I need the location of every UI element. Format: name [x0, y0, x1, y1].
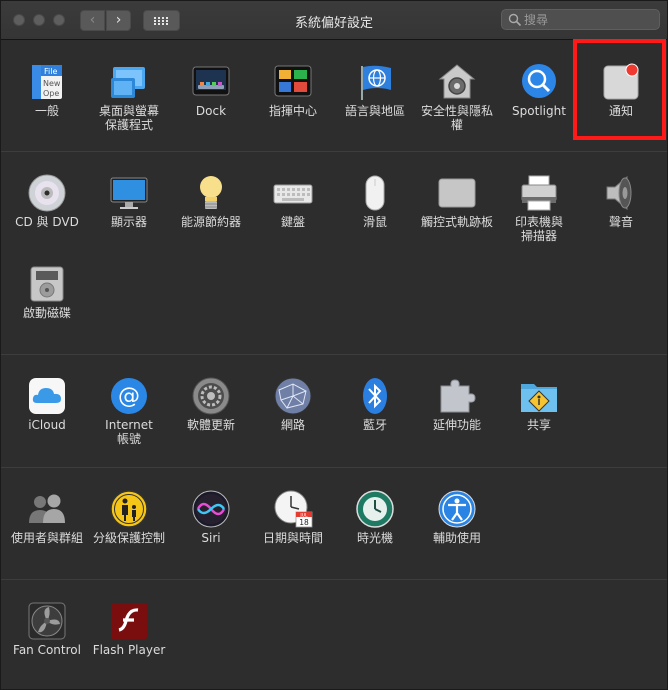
pane-label: 藍牙: [362, 418, 387, 432]
spotlight-icon: [522, 64, 556, 98]
system-preferences-window: ‹ › 系統偏好設定 File New Ope 一般: [0, 0, 668, 690]
pane-label: 聲音: [608, 215, 633, 229]
pane-label: CD 與 DVD: [15, 215, 79, 229]
display-icon: [110, 177, 148, 209]
pane-label: Flash Player: [92, 643, 166, 657]
svg-text:Ope: Ope: [43, 89, 59, 98]
svg-text:18: 18: [299, 518, 309, 527]
pane-label: 桌面與螢幕 保護程式: [98, 104, 159, 132]
pane-label: 使用者與群組: [10, 531, 83, 545]
svg-text:File: File: [44, 67, 57, 76]
cd-dvd-icon: [28, 174, 66, 212]
svg-text:New: New: [43, 79, 61, 88]
pane-label: 語言與地區: [344, 104, 405, 118]
pane-label: 時光機: [356, 531, 393, 545]
clock-calendar-icon: JUL 18: [274, 490, 313, 528]
speaker-icon: [606, 175, 632, 211]
mouse-icon: [365, 175, 385, 211]
parental-controls-icon: [110, 490, 148, 528]
dock-icon: [192, 66, 230, 96]
search-icon: [508, 13, 522, 27]
pane-label: 延伸功能: [432, 418, 481, 432]
siri-icon: [192, 490, 230, 528]
section-hardware: CD 與 DVD 顯示器 能源節約器 鍵盤 滑鼠 觸控式軌跡板 印表機與 掃描器…: [1, 152, 667, 355]
svg-text:@: @: [118, 384, 140, 409]
section-system: 使用者與群組 分級保護控制 Siri JUL 18 日期與時間 時光機 輔助使用: [1, 468, 667, 580]
pane-label: 通知: [608, 104, 633, 118]
notifications-icon: [603, 63, 639, 100]
puzzle-piece-icon: [440, 379, 476, 413]
pane-label: 輔助使用: [432, 531, 481, 545]
pane-label: Fan Control: [13, 643, 81, 657]
at-sign-icon: @: [111, 378, 147, 414]
flash-player-icon: [111, 603, 147, 639]
pane-label: 觸控式軌跡板: [420, 215, 493, 229]
bluetooth-icon: [363, 378, 387, 414]
time-machine-icon: [356, 490, 394, 528]
pane-label: Spotlight: [512, 104, 566, 118]
pane-label: 啟動磁碟: [22, 306, 71, 320]
pane-label: Dock: [195, 104, 227, 118]
gear-icon: [192, 377, 230, 415]
pane-label: 共享: [526, 418, 551, 432]
pane-label: 分級保護控制: [92, 531, 165, 545]
pane-label: 鍵盤: [280, 215, 305, 229]
section-internet-wireless: iCloud @ Internet 帳號 軟體更新 網路 藍牙 延伸功能 共享: [1, 355, 667, 468]
pane-label: 網路: [280, 418, 305, 432]
users-icon: [29, 494, 65, 523]
network-globe-icon: [274, 377, 312, 415]
pane-label: 一般: [34, 104, 59, 118]
pane-label: 能源節約器: [180, 215, 241, 229]
search-input[interactable]: [524, 11, 654, 28]
mission-control-icon: [274, 65, 312, 97]
general-icon: File New Ope: [32, 65, 62, 99]
pane-label: 指揮中心: [268, 104, 317, 118]
light-bulb-icon: [200, 176, 222, 209]
trackpad-icon: [438, 178, 476, 208]
pane-label: 印表機與 掃描器: [514, 215, 563, 243]
section-other: Fan Control Flash Player: [1, 580, 667, 690]
icloud-icon: [29, 378, 65, 414]
sharing-folder-icon: [521, 384, 557, 412]
pane-label: Siri: [201, 531, 221, 545]
language-region-flag-icon: [361, 65, 391, 100]
accessibility-icon: [438, 490, 476, 528]
pane-label: iCloud: [28, 418, 66, 432]
search-field[interactable]: [501, 9, 660, 30]
pane-label: Internet 帳號: [105, 418, 153, 446]
pane-label: 日期與時間: [262, 531, 323, 545]
printer-icon: [521, 175, 557, 211]
pane-label: 軟體更新: [186, 418, 235, 432]
fan-icon: [28, 602, 66, 640]
house-lock-icon: [438, 64, 476, 99]
title-bar: ‹ › 系統偏好設定: [1, 1, 667, 40]
keyboard-icon: [273, 184, 313, 204]
pane-label: 滑鼠: [362, 215, 387, 229]
section-personal: File New Ope 一般 桌面與螢幕 保護程式 Dock 指揮中心 語言與…: [1, 40, 667, 152]
pane-label: 顯示器: [110, 215, 147, 229]
desktop-screensaver-icon: [111, 67, 145, 98]
pane-label: 安全性與隱私權: [420, 104, 493, 132]
startup-disk-icon: [30, 266, 64, 302]
